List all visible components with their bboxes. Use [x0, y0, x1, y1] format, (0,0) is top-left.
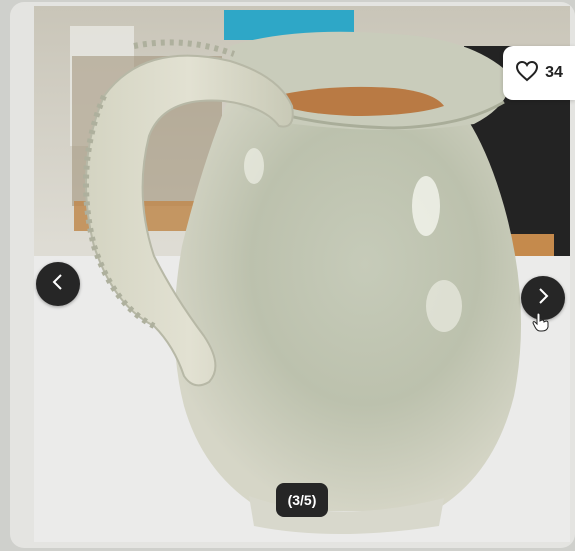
image-counter: (3/5): [276, 483, 328, 517]
favorite-button[interactable]: 34: [503, 46, 575, 100]
chevron-left-icon: [50, 272, 66, 297]
chevron-right-icon: [535, 286, 551, 311]
product-photo[interactable]: [34, 6, 570, 542]
hand-pointer-icon: [532, 312, 550, 337]
jug-photo-illustration: [34, 6, 570, 542]
favorite-count: 34: [545, 64, 563, 81]
heart-outline-icon: [515, 60, 539, 87]
listing-image-card: 34: [10, 2, 575, 548]
previous-image-button[interactable]: [36, 262, 80, 306]
